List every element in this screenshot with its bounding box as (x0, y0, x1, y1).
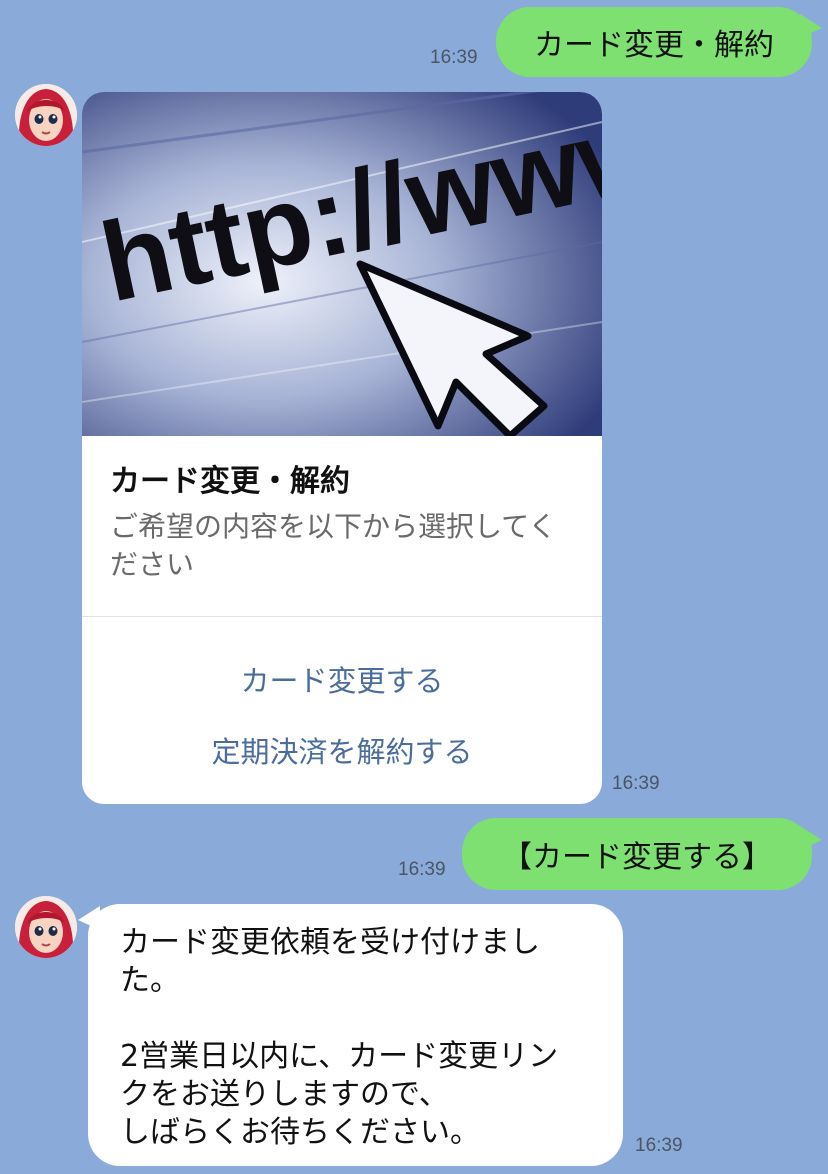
message-text: 【カード変更する】 (502, 840, 772, 875)
bubble-tail (800, 826, 822, 850)
divider (82, 616, 602, 617)
card-action-change-card[interactable]: カード変更する (82, 658, 602, 700)
avatar-anime-girl-icon (15, 84, 77, 146)
message-line: クをお送りしますので、 (120, 1077, 449, 1112)
card-action-cancel-subscription[interactable]: 定期決済を解約する (82, 729, 602, 771)
card-description-line: ご希望の内容を以下から選択してく (110, 510, 557, 543)
card-description-line: ださい (110, 548, 195, 581)
message-line: た。 (120, 963, 180, 998)
message-line: カード変更依頼を受け付けまし (120, 925, 540, 960)
timestamp: 16:39 (635, 1135, 683, 1156)
card-title: カード変更・解約 (110, 464, 350, 499)
message-line: しばらくお待ちください。 (120, 1115, 480, 1150)
timestamp: 16:39 (430, 47, 478, 68)
timestamp: 16:39 (612, 773, 660, 794)
outgoing-message-bubble[interactable]: カード変更・解約 (496, 7, 812, 77)
outgoing-message-bubble[interactable]: 【カード変更する】 (462, 818, 812, 890)
timestamp: 16:39 (398, 859, 446, 880)
card-image: http://www (82, 92, 602, 436)
message-text: カード変更・解約 (534, 28, 774, 63)
avatar[interactable] (15, 84, 77, 146)
card-description: ご希望の内容を以下から選択してく ださい (110, 508, 580, 584)
message-line: 2営業日以内に、カード変更リン (120, 1039, 559, 1074)
rich-card-message: http://www カード変更・解約 ご希望の内容を以下から選択してく ださい… (82, 92, 602, 804)
incoming-message-bubble[interactable]: カード変更依頼を受け付けまし た。 2営業日以内に、カード変更リン クをお送りし… (88, 904, 623, 1166)
avatar[interactable] (15, 896, 77, 958)
bubble-tail (800, 14, 822, 38)
avatar-anime-girl-icon (15, 896, 77, 958)
